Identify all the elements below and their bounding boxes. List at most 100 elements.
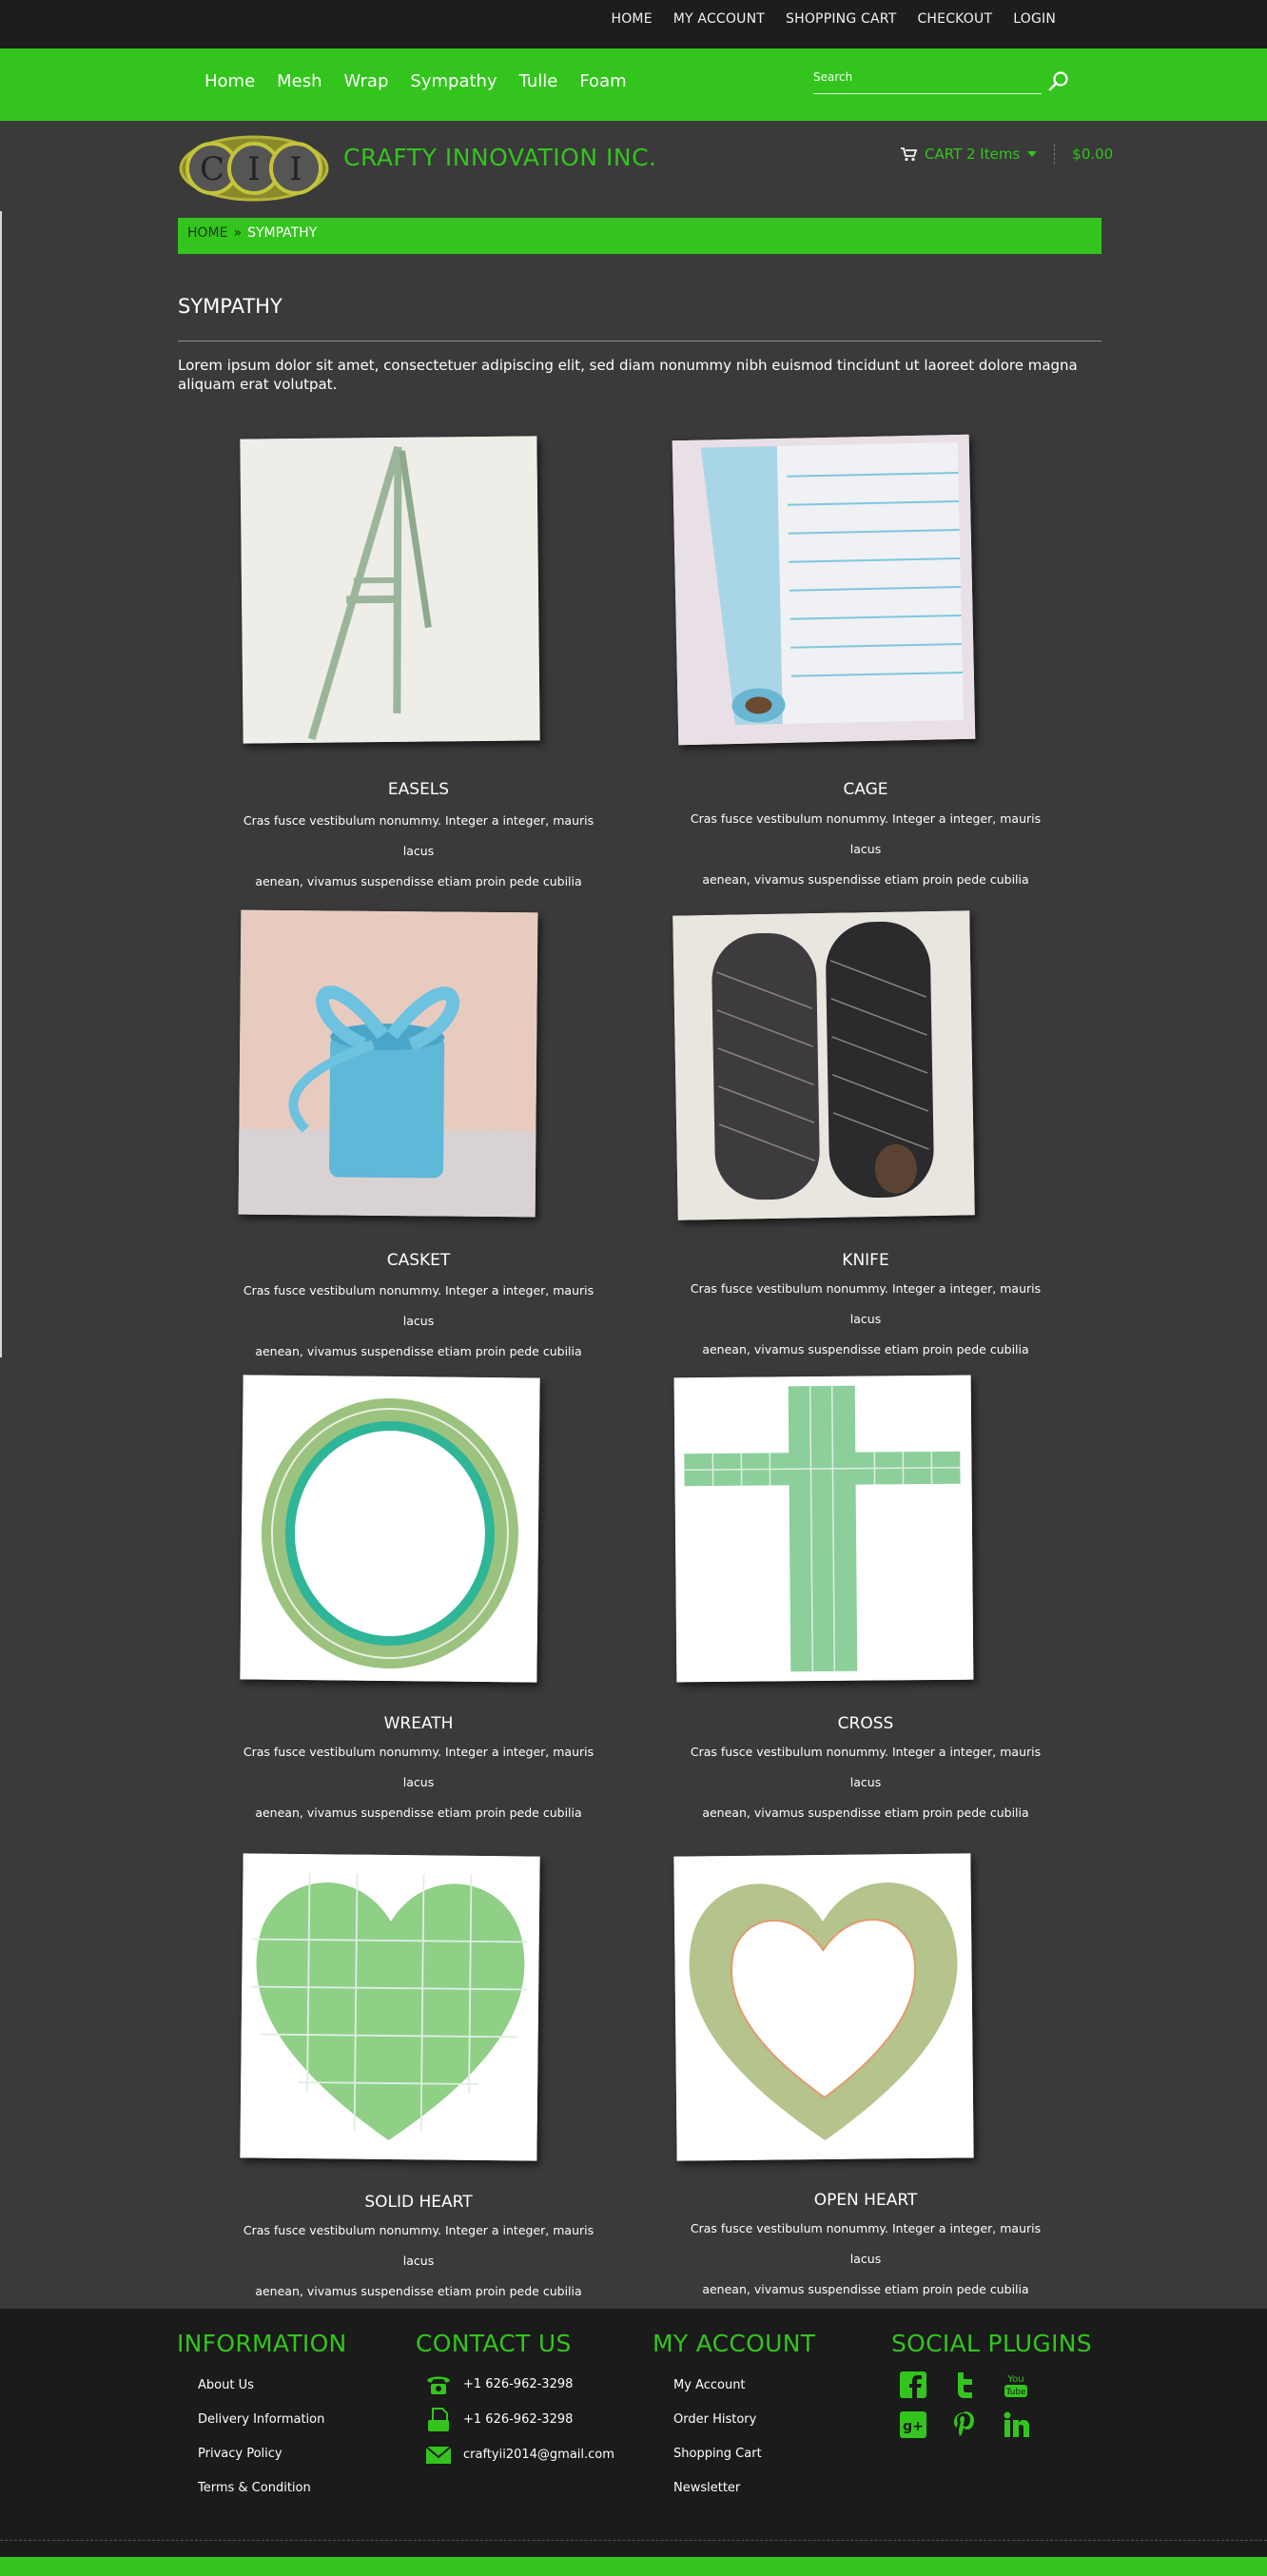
title-divider bbox=[178, 341, 1101, 342]
product-image-wreath[interactable] bbox=[240, 1375, 540, 1683]
top-link-my-account[interactable]: MY ACCOUNT bbox=[673, 11, 765, 27]
twitter-icon[interactable] bbox=[950, 2371, 979, 2399]
contact-phone: +1 626-962-3298 bbox=[416, 2367, 614, 2402]
search-button[interactable] bbox=[1046, 69, 1071, 94]
brand-name[interactable]: CRAFTY INNOVATION INC. bbox=[343, 144, 656, 171]
product-description-line: Cras fusce vestibulum nonummy. Integer a… bbox=[243, 813, 595, 858]
open-heart-icon bbox=[673, 1853, 974, 2161]
product-image-knife[interactable] bbox=[672, 910, 975, 1220]
footer-information: INFORMATION About Us Delivery Informatio… bbox=[177, 2330, 347, 2506]
product-image-cross[interactable] bbox=[673, 1375, 974, 1683]
footer-link-privacy[interactable]: Privacy Policy bbox=[177, 2437, 347, 2471]
product-description-line: Cras fusce vestibulum nonummy. Integer a… bbox=[243, 1283, 595, 1328]
breadcrumb-home[interactable]: HOME bbox=[187, 225, 227, 241]
cart-total: $0.00 bbox=[1072, 146, 1114, 163]
cart-divider bbox=[1054, 144, 1056, 165]
nav-item-sympathy[interactable]: Sympathy bbox=[410, 71, 497, 91]
nav-item-home[interactable]: Home bbox=[205, 71, 255, 91]
contact-fax: +1 626-962-3298 bbox=[416, 2402, 614, 2437]
product-name[interactable]: KNIFE bbox=[675, 1251, 1056, 1270]
product-name[interactable]: CAGE bbox=[675, 780, 1056, 799]
product-image-easels[interactable] bbox=[240, 436, 540, 744]
youtube-icon[interactable]: You Tube bbox=[1002, 2371, 1030, 2399]
footer-link-newsletter[interactable]: Newsletter bbox=[653, 2471, 815, 2506]
product-description-line: aenean, vivamus suspendisse etiam proin … bbox=[702, 1342, 1029, 1356]
product-description-line: aenean, vivamus suspendisse etiam proin … bbox=[255, 874, 582, 888]
product-image-cage[interactable] bbox=[672, 434, 976, 746]
product-description-line: aenean, vivamus suspendisse etiam proin … bbox=[255, 1344, 582, 1358]
footer-link-order-history[interactable]: Order History bbox=[653, 2403, 815, 2437]
footer-link-delivery[interactable]: Delivery Information bbox=[177, 2403, 347, 2437]
product-image-casket[interactable] bbox=[238, 909, 538, 1218]
product-description-line: Cras fusce vestibulum nonummy. Integer a… bbox=[690, 1745, 1042, 1789]
svg-text:You: You bbox=[1006, 2374, 1023, 2385]
chevron-down-icon bbox=[1027, 151, 1038, 157]
top-link-shopping-cart[interactable]: SHOPPING CART bbox=[786, 11, 896, 27]
product-description-line: Cras fusce vestibulum nonummy. Integer a… bbox=[690, 811, 1042, 856]
logo-icon: C I I bbox=[179, 135, 329, 202]
footer-heading: MY ACCOUNT bbox=[653, 2330, 816, 2357]
footer-links: My Account Order History Shopping Cart N… bbox=[653, 2369, 815, 2506]
contact-email-text[interactable]: craftyii2014@gmail.com bbox=[463, 2448, 614, 2462]
product-description: Cras fusce vestibulum nonummy. Integer a… bbox=[228, 2215, 609, 2307]
main-nav: Home Mesh Wrap Sympathy Tulle Foam bbox=[0, 49, 1267, 121]
product-description: Cras fusce vestibulum nonummy. Integer a… bbox=[228, 1276, 609, 1367]
ribbon-roll-icon bbox=[238, 909, 538, 1218]
footer-link-terms[interactable]: Terms & Condition bbox=[177, 2471, 347, 2506]
top-link-checkout[interactable]: CHECKOUT bbox=[917, 11, 992, 27]
nav-item-tulle[interactable]: Tulle bbox=[519, 71, 558, 91]
svg-text:I: I bbox=[289, 150, 302, 188]
pinterest-icon[interactable] bbox=[950, 2410, 979, 2439]
product-description-line: aenean, vivamus suspendisse etiam proin … bbox=[255, 1805, 582, 1820]
site-header: C I I CRAFTY INNOVATION INC. CART 2 Item… bbox=[0, 121, 1267, 216]
black-mesh-icon bbox=[672, 910, 975, 1220]
footer-link-shopping-cart[interactable]: Shopping Cart bbox=[653, 2437, 815, 2471]
product-description-line: Cras fusce vestibulum nonummy. Integer a… bbox=[690, 1281, 1042, 1326]
footer-contact: CONTACT US +1 626-962-3298 +1 626-962-32… bbox=[416, 2330, 614, 2472]
top-utility-bar: HOME MY ACCOUNT SHOPPING CART CHECKOUT L… bbox=[0, 0, 1267, 49]
footer-link-my-account[interactable]: My Account bbox=[653, 2369, 815, 2403]
google-plus-icon[interactable]: g+ bbox=[899, 2410, 927, 2439]
facebook-icon[interactable] bbox=[899, 2371, 927, 2399]
product-name[interactable]: CROSS bbox=[675, 1714, 1056, 1733]
solid-heart-icon bbox=[240, 1853, 540, 2161]
nav-item-foam[interactable]: Foam bbox=[579, 71, 626, 91]
phone-icon bbox=[427, 2376, 450, 2394]
product-name[interactable]: CASKET bbox=[228, 1251, 609, 1270]
nav-menu: Home Mesh Wrap Sympathy Tulle Foam bbox=[205, 71, 627, 91]
easel-icon bbox=[240, 436, 540, 744]
nav-item-wrap[interactable]: Wrap bbox=[344, 71, 389, 91]
page-title: SYMPATHY bbox=[178, 295, 283, 318]
search-box bbox=[813, 66, 1042, 94]
product-description: Cras fusce vestibulum nonummy. Integer a… bbox=[228, 1737, 609, 1828]
product-description-line: aenean, vivamus suspendisse etiam proin … bbox=[702, 2282, 1029, 2296]
footer-heading: CONTACT US bbox=[416, 2330, 572, 2357]
product-name[interactable]: SOLID HEART bbox=[228, 2193, 609, 2212]
product-description-line: aenean, vivamus suspendisse etiam proin … bbox=[702, 1805, 1029, 1820]
footer-my-account: MY ACCOUNT My Account Order History Shop… bbox=[653, 2330, 815, 2506]
footer-divider bbox=[0, 2540, 1267, 2541]
left-edge-line bbox=[0, 211, 2, 1357]
footer-accent-bar bbox=[0, 2557, 1267, 2576]
product-name[interactable]: WREATH bbox=[228, 1714, 609, 1733]
top-link-login[interactable]: LOGIN bbox=[1013, 11, 1056, 27]
top-link-home[interactable]: HOME bbox=[611, 11, 652, 27]
contact-fax-text[interactable]: +1 626-962-3298 bbox=[463, 2412, 573, 2427]
product-image-solid-heart[interactable] bbox=[240, 1853, 540, 2161]
product-description-line: aenean, vivamus suspendisse etiam proin … bbox=[255, 2284, 582, 2298]
search-input[interactable] bbox=[813, 66, 1004, 88]
contact-phone-text[interactable]: +1 626-962-3298 bbox=[463, 2377, 573, 2391]
cart-summary[interactable]: CART 2 Items $0.00 bbox=[900, 144, 1113, 165]
product-name[interactable]: EASELS bbox=[228, 780, 609, 799]
product-description: Cras fusce vestibulum nonummy. Integer a… bbox=[675, 804, 1056, 895]
product-description-line: Cras fusce vestibulum nonummy. Integer a… bbox=[690, 2221, 1042, 2266]
product-description-line: aenean, vivamus suspendisse etiam proin … bbox=[702, 872, 1029, 887]
linkedin-icon[interactable] bbox=[1002, 2410, 1030, 2439]
product-image-open-heart[interactable] bbox=[673, 1853, 974, 2161]
footer-social: SOCIAL PLUGINS You Tube g+ bbox=[891, 2330, 1092, 2439]
product-name[interactable]: OPEN HEART bbox=[675, 2191, 1056, 2210]
nav-item-mesh[interactable]: Mesh bbox=[277, 71, 322, 91]
footer-link-about-us[interactable]: About Us bbox=[177, 2369, 347, 2403]
logo[interactable]: C I I bbox=[178, 134, 330, 203]
mail-icon bbox=[425, 2445, 452, 2464]
